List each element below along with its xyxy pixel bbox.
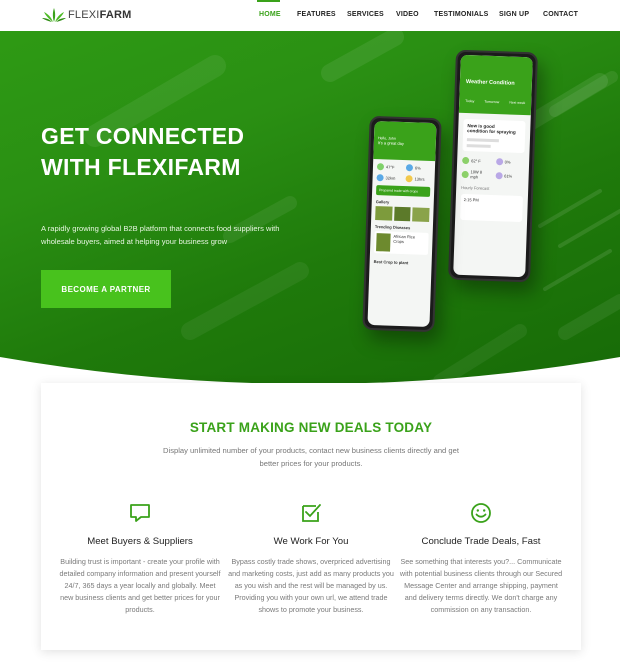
- nav-contact[interactable]: CONTACT: [543, 11, 578, 18]
- dashboard-stat: 47°F: [376, 163, 402, 171]
- rain-icon: [495, 158, 503, 166]
- reading-value: 0%: [504, 159, 511, 165]
- leaf-logo-icon: [42, 8, 66, 22]
- trending-diseases-label: Trending Diseases: [374, 224, 411, 231]
- nav-video[interactable]: VIDEO: [396, 11, 419, 18]
- dashboard-banner[interactable]: Prepared trade with crops: [375, 185, 431, 197]
- weather-header: Weather Condition Today Tomorrow Next we…: [458, 54, 533, 116]
- feature-text: Building trust is important - create you…: [59, 557, 221, 614]
- condition-text-placeholder: [466, 138, 500, 143]
- logo-text: FLEXIFARM: [68, 9, 132, 21]
- feature-we-work-for-you: We Work For You Bypass costly trade show…: [228, 501, 394, 616]
- disease-card[interactable]: African Rice Crops: [373, 231, 429, 255]
- phone-screen-weather: Weather Condition Today Tomorrow Next we…: [453, 54, 533, 278]
- become-partner-button[interactable]: BECOME A PARTNER: [41, 270, 171, 308]
- feature-meet-buyers: Meet Buyers & Suppliers Building trust i…: [57, 501, 223, 616]
- wind-icon: [376, 174, 384, 182]
- dashboard-stats-grid: 47°F 6% 32km 13hrs: [376, 163, 431, 183]
- weather-readings-grid: 62° F 0% 10W 8 mph 61%: [461, 156, 525, 181]
- feature-icon-wrap: [228, 501, 394, 525]
- feature-text: See something that interests you?... Com…: [399, 557, 563, 614]
- forecast-time: 2:15 PM: [463, 197, 479, 203]
- logo[interactable]: FLEXIFARM: [42, 7, 132, 23]
- weather-reading: 10W 8 mph: [461, 169, 491, 180]
- condition-line-2: condition for spraying: [467, 128, 516, 135]
- gallery-label: Gallery: [375, 199, 390, 205]
- weather-tab-today[interactable]: Today: [465, 99, 474, 103]
- disease-image: [376, 233, 391, 252]
- gallery-image[interactable]: [375, 206, 393, 221]
- weather-tabs: Today Tomorrow Next week: [465, 99, 525, 105]
- temperature-icon: [462, 156, 470, 165]
- dashboard-stat: 32km: [376, 174, 401, 182]
- weather-tab-tomorrow[interactable]: Tomorrow: [484, 100, 499, 105]
- hourly-forecast-label: Hourly Forecast: [461, 184, 490, 191]
- smiley-icon: [471, 503, 491, 523]
- condition-text-placeholder: [466, 144, 492, 148]
- section-subtitle: Display unlimited number of your product…: [163, 446, 459, 468]
- humidity-icon: [495, 171, 503, 179]
- reading-value: 62° F: [471, 158, 481, 164]
- weather-reading: 61%: [495, 170, 524, 181]
- hero-title: GET CONNECTED WITH FLEXIFARM: [41, 121, 244, 183]
- nav-services[interactable]: SERVICES: [347, 11, 384, 18]
- weather-tab-next-week[interactable]: Next week: [509, 101, 525, 106]
- feature-title: Conclude Trade Deals, Fast: [421, 536, 541, 547]
- features-card: START MAKING NEW DEALS TODAY Display unl…: [41, 383, 581, 650]
- weather-reading: 0%: [495, 158, 525, 166]
- feature-title: We Work For You: [273, 536, 349, 547]
- nav-testimonials[interactable]: TESTIMONIALS: [434, 11, 489, 18]
- dashboard-subheader: It's a great day: [377, 140, 405, 147]
- nav-home[interactable]: HOME: [259, 11, 281, 18]
- stat-value: 47°F: [385, 164, 395, 170]
- wind-icon: [461, 170, 469, 178]
- temperature-icon: [376, 163, 385, 171]
- feature-icon-wrap: [398, 501, 564, 525]
- dashboard-stat: 13hrs: [405, 175, 430, 183]
- weather-title: Weather Condition: [465, 79, 515, 87]
- chat-bubble-icon: [130, 504, 150, 522]
- feature-icon-wrap: [57, 501, 223, 525]
- dashboard-header: Hello, John It's a great day: [373, 120, 437, 162]
- gallery-strip: [375, 206, 430, 222]
- checkbox-icon: [302, 504, 321, 522]
- sun-icon: [405, 175, 413, 183]
- phone-screen-dashboard: Hello, John It's a great day 47°F 6% 32k…: [367, 120, 437, 328]
- disease-name: African Rice Crops: [393, 233, 416, 245]
- feature-conclude-deals: Conclude Trade Deals, Fast See something…: [398, 501, 564, 616]
- gallery-image[interactable]: [412, 207, 430, 222]
- hero-subtitle: A rapidly growing global B2B platform th…: [41, 224, 280, 246]
- nav-sign-up[interactable]: SIGN UP: [499, 11, 529, 18]
- feature-title: Meet Buyers & Suppliers: [87, 536, 193, 547]
- top-navbar: FLEXIFARM HOME FEATURES SERVICES VIDEO T…: [0, 0, 620, 31]
- reading-value: 61%: [504, 172, 513, 179]
- stat-value: 32km: [385, 175, 396, 181]
- nav-features[interactable]: FEATURES: [297, 11, 336, 18]
- hourly-forecast-card: 2:15 PM: [460, 193, 523, 223]
- dashboard-stat: 6%: [405, 164, 431, 172]
- weather-reading: 62° F: [462, 156, 491, 165]
- phone-mockup-dashboard: Hello, John It's a great day 47°F 6% 32k…: [362, 115, 442, 333]
- reading-value: 10W 8 mph: [470, 169, 483, 180]
- feature-text: Bypass costly trade shows, overpriced ad…: [228, 557, 394, 614]
- rain-icon: [405, 164, 414, 172]
- spray-condition-card: Now is good condition for spraying: [462, 118, 526, 154]
- active-nav-indicator: [257, 0, 280, 2]
- hero-section: GET CONNECTED WITH FLEXIFARM A rapidly g…: [0, 31, 620, 391]
- best-crop-label: Best Crop to plant: [373, 259, 409, 266]
- stat-value: 13hrs: [414, 176, 425, 182]
- gallery-image[interactable]: [393, 206, 411, 222]
- hero-title-line-2: WITH FLEXIFARM: [41, 154, 241, 180]
- stat-value: 6%: [414, 165, 421, 171]
- section-title: START MAKING NEW DEALS TODAY: [189, 420, 433, 435]
- phone-mockup-weather: Weather Condition Today Tomorrow Next we…: [448, 49, 538, 283]
- hero-title-line-1: GET CONNECTED: [41, 123, 245, 149]
